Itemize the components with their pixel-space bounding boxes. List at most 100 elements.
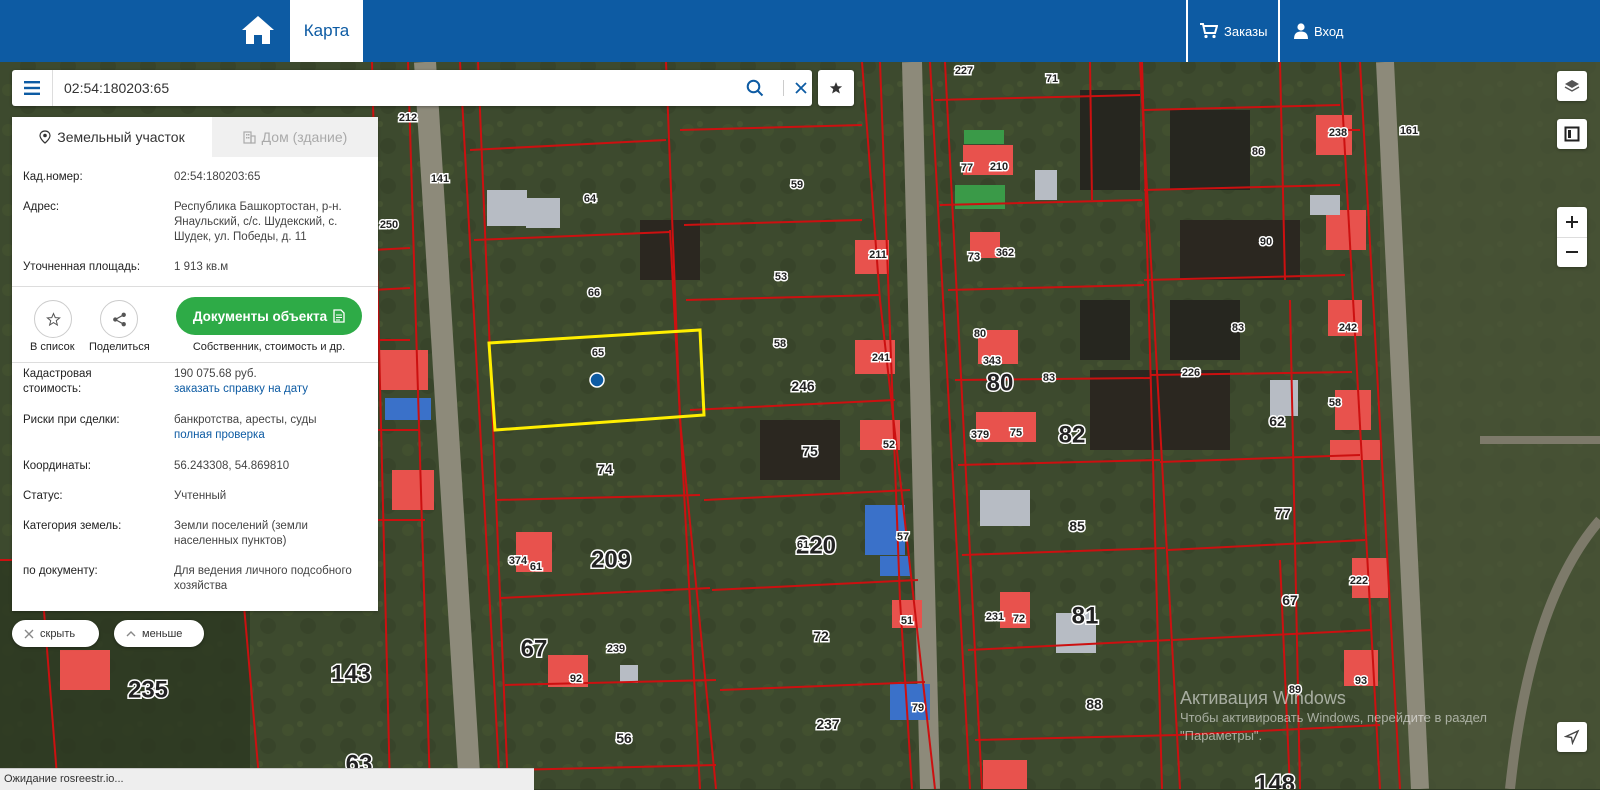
parcel-number-label: 67 [1282, 592, 1298, 608]
close-icon[interactable] [792, 79, 810, 102]
parcel-number-label: 61 [797, 539, 809, 551]
cadastral-cost-label: Кадастровая стоимость: [23, 368, 92, 395]
status-value: Учтенный [174, 490, 227, 502]
zoom-in-button[interactable] [1557, 207, 1587, 238]
parcel-number-label: 75 [802, 443, 818, 459]
parcel-number-label: 80 [974, 328, 986, 340]
permitted-use-value: Для ведения личного подсобного хозяйства [174, 565, 352, 592]
parcel-number-label: 51 [901, 615, 913, 627]
user-icon [1294, 23, 1308, 39]
locate-button[interactable] [1557, 722, 1587, 752]
star-outline-icon [45, 311, 61, 326]
plus-icon [1566, 215, 1578, 228]
parcel-number-label: 72 [1013, 613, 1025, 625]
parcel-number-label: 79 [912, 702, 924, 714]
orders-label: Заказы [1224, 23, 1268, 39]
status-label: Статус: [23, 490, 63, 502]
search-icon[interactable] [746, 79, 764, 102]
zoom-out-button[interactable] [1557, 238, 1587, 268]
close-icon [24, 629, 34, 638]
risks-value: банкротства, аресты, суды полная проверк… [174, 413, 364, 443]
login-label: Вход [1314, 23, 1344, 39]
frame-icon [1564, 126, 1580, 142]
parcel-number-label: 93 [1355, 675, 1367, 687]
layers-button[interactable] [1557, 71, 1587, 101]
parcel-number-label: 141 [431, 173, 449, 185]
tab-building[interactable]: Дом (здание) [212, 117, 378, 157]
cart-icon [1200, 23, 1218, 39]
menu-button[interactable] [12, 70, 53, 106]
navigation-arrow-icon [1564, 729, 1580, 745]
watermark-line-1: Чтобы активировать Windows, перейдите в … [1180, 710, 1487, 725]
add-to-list-button[interactable] [34, 300, 72, 338]
home-icon[interactable] [240, 12, 276, 48]
parcel-number-label: 362 [996, 247, 1014, 259]
orders-button[interactable]: Заказы [1200, 0, 1267, 62]
tab-building-label: Дом (здание) [261, 129, 348, 145]
parcel-number-label: 246 [791, 378, 815, 394]
building-icon [243, 130, 256, 144]
parcel-number-label: 62 [1269, 413, 1285, 429]
parcel-number-label: 227 [955, 65, 973, 77]
risks-text: банкротства, аресты, суды [174, 414, 317, 426]
parcel-number-label: 92 [570, 673, 582, 685]
favorite-button[interactable] [818, 70, 854, 106]
cadastral-number-link[interactable]: 02:54:180203:65 [174, 170, 364, 185]
parcel-number-label: 56 [616, 730, 632, 746]
hide-panel-label: скрыть [40, 627, 76, 640]
collapse-panel-label: меньше [142, 627, 183, 640]
object-type-tabs: Земельный участок Дом (здание) [12, 117, 378, 157]
tab-land-plot[interactable]: Земельный участок [12, 117, 212, 157]
parcel-number-label: 52 [883, 439, 895, 451]
parcel-number-label: 90 [1260, 236, 1272, 248]
parcel-info-panel: Земельный участок Дом (здание) Кад.номер… [12, 117, 378, 611]
parcel-number-label: 83 [1043, 372, 1055, 384]
area-value: 1 913 кв.м [174, 261, 229, 273]
divider [12, 362, 378, 363]
star-icon [829, 82, 843, 94]
parcel-number-label: 65 [592, 347, 604, 359]
parcel-number-label: 74 [597, 461, 613, 477]
parcel-number-label: 53 [775, 271, 787, 283]
login-button[interactable]: Вход [1294, 0, 1343, 62]
parcel-number-label: 86 [1252, 146, 1264, 158]
full-check-link[interactable]: полная проверка [174, 428, 364, 443]
parcel-number-label: 250 [380, 219, 398, 231]
collapse-panel-button[interactable]: меньше [114, 620, 204, 647]
cadastral-number-label: Кад.номер: [23, 171, 83, 183]
land-category-label: Категория земель: [23, 520, 122, 532]
parcel-number-label: 242 [1339, 322, 1357, 334]
parcel-number-label: 73 [968, 251, 980, 263]
object-documents-subtitle: Собственник, стоимость и др. [192, 341, 346, 353]
parcel-number-label: 66 [588, 287, 600, 299]
parcel-number-label: 237 [816, 716, 840, 732]
share-button[interactable] [100, 300, 138, 338]
parcel-number-label: 379 [971, 429, 989, 441]
top-divider [1278, 0, 1280, 62]
parcel-number-label: 211 [869, 249, 887, 261]
layers-icon [1564, 80, 1580, 92]
map-mode-button[interactable] [1557, 119, 1587, 149]
tab-map[interactable]: Карта [290, 0, 363, 62]
object-documents-button[interactable]: Документы объекта [176, 297, 362, 335]
map-pin-icon [39, 130, 51, 144]
parcel-number-label: 235 [128, 676, 168, 703]
parcel-number-label: 57 [897, 531, 909, 543]
parcel-number-label: 83 [1232, 322, 1244, 334]
parcel-number-label: 67 [521, 635, 548, 662]
browser-status-bar: Ожидание rosreestr.io... [0, 768, 534, 790]
search-input[interactable]: 02:54:180203:65 [64, 70, 169, 106]
parcel-number-label: 58 [774, 338, 786, 350]
hide-panel-button[interactable]: скрыть [12, 620, 99, 647]
cost-amount: 190 075.68 руб. [174, 368, 257, 380]
parcel-number-label: 64 [584, 193, 597, 205]
parcel-number-label: 241 [872, 352, 890, 364]
parcel-number-label: 148 [1255, 770, 1295, 789]
parcel-number-label: 72 [813, 628, 829, 644]
share-label: Поделиться [89, 341, 150, 353]
parcel-number-label: 85 [1069, 518, 1085, 534]
order-report-link[interactable]: заказать справку на дату [174, 382, 364, 397]
document-icon [333, 309, 345, 323]
parcel-number-label: 239 [607, 643, 625, 655]
selected-parcel-marker [589, 372, 605, 388]
